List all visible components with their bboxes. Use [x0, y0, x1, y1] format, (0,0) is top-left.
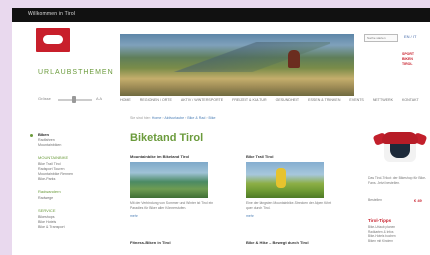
nav-item-freizeit[interactable]: FREIZEIT & KULTUR	[232, 98, 266, 106]
nav-item-aktiv[interactable]: AKTIV / WINTERSPORTE	[181, 98, 223, 106]
breadcrumb-link[interactable]: Home	[152, 116, 162, 120]
sidebar-item[interactable]: Mountainbiken	[38, 143, 114, 148]
font-size-slider[interactable]: Grösse A A	[38, 96, 108, 104]
sidebar-item[interactable]: Radwege	[38, 196, 114, 201]
breadcrumb: Sie sind hier: Home › Aktivurlaube › Bik…	[130, 116, 216, 120]
mountain-biker-figure	[288, 50, 300, 68]
nav-item-regionen[interactable]: REGIONEN / ORTE	[140, 98, 172, 106]
jersey-yoke	[382, 132, 418, 144]
main-navigation: HOME REGIONEN / ORTE AKTIV / WINTERSPORT…	[120, 98, 430, 106]
shop-ad[interactable]: Das Tirol-Trikot: der Bikeshop für Bike-…	[368, 120, 430, 210]
article-card[interactable]: Bike Trail Tirol Eine der längsten Mount…	[246, 154, 340, 218]
hero-banner-image	[120, 34, 354, 96]
tips-box: Tirol-Tipps Bike-Urlaub planen Radkarten…	[368, 218, 430, 243]
more-link[interactable]: mehr	[130, 214, 224, 218]
tips-heading: Tirol-Tipps	[368, 218, 392, 223]
slider-label: Grösse	[38, 96, 51, 101]
price-label: € 49	[414, 198, 422, 203]
promo-label[interactable]: SPORT BIKEN TIROL	[402, 52, 428, 67]
article-title[interactable]: Fitness-Biken in Tirol	[130, 240, 224, 245]
sidebar-item[interactable]: Bike & Transport	[38, 225, 114, 230]
sidebar-heading: MOUNTAINBIKE	[38, 155, 69, 160]
article-text: Eine der längsten Mountainbike-Strecken …	[246, 201, 332, 210]
sidebar-group: Biken Radfahren Mountainbiken	[38, 132, 114, 148]
slider-end-label: A A	[96, 96, 103, 101]
sidebar-item[interactable]: Bike-Parks	[38, 177, 114, 182]
article-card[interactable]: Fitness-Biken in Tirol	[130, 240, 224, 248]
sidebar-group: MOUNTAINBIKE Bike Trail Tirol Radsport T…	[38, 155, 114, 182]
header-actions: Suche starten EN / IT SPORT BIKEN TIROL	[364, 30, 430, 94]
sidebar-group: SERVICE Bikeshops Bike Hotels Bike & Tra…	[38, 208, 114, 230]
web-page: Willkommen in Tirol URLAUBSTHEMEN Suche …	[12, 8, 430, 255]
nav-item-events[interactable]: EVENTS	[349, 98, 363, 106]
language-switcher[interactable]: EN / IT	[404, 34, 416, 39]
nav-item-essen[interactable]: ESSEN & TRINKEN	[308, 98, 340, 106]
promo-line: TIROL	[402, 62, 413, 66]
slider-knob[interactable]	[72, 96, 76, 103]
more-link[interactable]: mehr	[246, 214, 340, 218]
breadcrumb-link[interactable]: Aktivurlaube	[164, 116, 184, 120]
breadcrumb-prefix: Sie sind hier:	[130, 116, 151, 120]
sidebar-heading: Radwandern	[38, 189, 61, 194]
article-text: Mit der Verbindung von Sommer und Winter…	[130, 201, 214, 210]
sidebar-group: Radwandern Radwege	[38, 189, 114, 201]
nav-item-netzwerk[interactable]: NETTWERK	[373, 98, 393, 106]
sidebar-heading: SERVICE	[38, 208, 56, 213]
site-tagline: URLAUBSTHEMEN	[38, 69, 114, 76]
article-title[interactable]: Bike & Hike – Bewegt durch Tirol	[246, 240, 340, 245]
mountain-shape	[150, 42, 330, 72]
search-input[interactable]: Suche starten	[364, 34, 398, 42]
article-title[interactable]: Mountainbike im Bikeland Tirol	[130, 154, 224, 159]
nav-item-kontakt[interactable]: KONTAKT	[402, 98, 419, 106]
article-title[interactable]: Bike Trail Tirol	[246, 154, 340, 159]
sidebar-item-biken[interactable]: Biken	[38, 132, 114, 137]
breadcrumb-link[interactable]: Bike & Rad	[187, 116, 205, 120]
sidebar-nav: Biken Radfahren Mountainbiken MOUNTAINBI…	[38, 132, 114, 237]
active-bullet-icon	[30, 134, 33, 137]
nav-item-home[interactable]: HOME	[120, 98, 131, 106]
nav-item-gesundheit[interactable]: GESUNDHEIT	[276, 98, 300, 106]
jersey-image[interactable]	[372, 130, 428, 170]
order-link[interactable]: Bestellen	[368, 198, 382, 202]
article-image[interactable]	[130, 162, 208, 198]
tip-link[interactable]: Biken mit Kindern	[368, 239, 430, 244]
article-card[interactable]: Bike & Hike – Bewegt durch Tirol	[246, 240, 340, 248]
breadcrumb-link[interactable]: Bike	[209, 116, 216, 120]
article-card[interactable]: Mountainbike im Bikeland Tirol Mit der V…	[130, 154, 224, 218]
page-title: Biketand Tirol	[130, 132, 204, 144]
jersey-panel	[390, 144, 410, 158]
site-brand[interactable]: Willkommen in Tirol	[28, 11, 75, 17]
article-image[interactable]	[246, 162, 324, 198]
ad-text: Das Tirol-Trikot: der Bikeshop für Bike-…	[368, 176, 427, 185]
tirol-logo[interactable]	[36, 28, 70, 52]
top-bar: Willkommen in Tirol	[12, 8, 430, 22]
